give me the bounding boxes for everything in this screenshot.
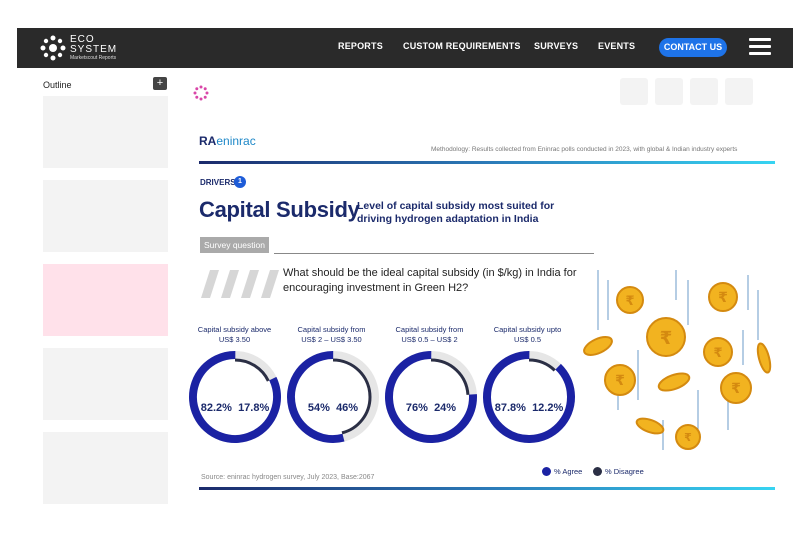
donut-center <box>202 364 268 430</box>
toolbar-button[interactable] <box>690 78 718 105</box>
donut-center <box>496 364 562 430</box>
donut-chart <box>483 351 575 443</box>
donut-label: Capital subsidy upto US$ 0.5 <box>493 325 562 344</box>
slide-thumbnail[interactable] <box>43 348 168 420</box>
svg-text:₹: ₹ <box>615 373 625 389</box>
slide-subtitle: Level of capital subsidy most suited for… <box>357 200 555 225</box>
toolbar-button[interactable] <box>725 78 753 105</box>
hamburger-menu-icon[interactable] <box>749 38 771 56</box>
brand-logo[interactable]: ECO SYSTEM Marketscout Reports <box>39 33 129 63</box>
slide-thumbnail[interactable] <box>43 180 168 252</box>
logo-tagline: Marketscout Reports <box>70 55 117 61</box>
toolbar-button[interactable] <box>620 78 648 105</box>
eninrac-logo: RAeninrac <box>199 134 256 148</box>
donut-center <box>398 364 464 430</box>
rupee-coins-illustration: ₹ ₹ ₹ ₹ ₹ ₹ ₹ <box>583 270 772 450</box>
snowflake-logo-icon <box>40 35 66 61</box>
logo-text-system: SYSTEM <box>70 44 118 55</box>
survey-question-text: What should be the ideal capital subsidy… <box>283 267 577 294</box>
svg-text:₹: ₹ <box>731 381 741 397</box>
legend-agree-swatch <box>542 467 551 476</box>
donut-chart <box>287 351 379 443</box>
drivers-label: DRIVERS <box>200 178 236 187</box>
svg-text:₹: ₹ <box>684 431 692 444</box>
survey-underline <box>274 253 594 254</box>
donut-values: 87.8% 12.2% <box>494 402 564 414</box>
source-note: Source: eninrac hydrogen survey, July 20… <box>201 474 375 481</box>
svg-text:₹: ₹ <box>713 346 722 361</box>
loading-spinner-icon <box>193 85 209 101</box>
slide-title: Capital Subsidy <box>199 197 360 222</box>
svg-text:₹: ₹ <box>625 294 634 309</box>
nav-events[interactable]: EVENTS <box>598 41 635 51</box>
header-divider <box>199 161 775 164</box>
legend-agree: % Agree <box>542 467 582 476</box>
nav-custom-requirements[interactable]: CUSTOM REQUIREMENTS <box>403 41 521 51</box>
donut-values: 76% 24% <box>405 402 457 414</box>
legend-disagree-swatch <box>593 467 602 476</box>
slide-thumbnail[interactable] <box>43 432 168 504</box>
nav-surveys[interactable]: SURVEYS <box>534 41 578 51</box>
donut-values: 82.2% 17.8% <box>200 402 270 414</box>
survey-question-tag: Survey question <box>200 237 269 253</box>
footer-divider <box>199 487 775 490</box>
plus-icon[interactable]: + <box>153 77 167 90</box>
legend-disagree: % Disagree <box>593 467 644 476</box>
toolbar-button[interactable] <box>655 78 683 105</box>
donut-chart <box>189 351 281 443</box>
slide-canvas: RAeninrac Methodology: Results collected… <box>189 125 780 495</box>
contact-us-button[interactable]: CONTACT US <box>659 38 727 57</box>
donut-label: Capital subsidy from US$ 2 – US$ 3.50 <box>297 325 366 344</box>
donut-center <box>300 364 366 430</box>
quote-marks-icon <box>201 270 279 298</box>
methodology-note: Methodology: Results collected from Enin… <box>431 146 738 153</box>
top-navbar: ECO SYSTEM Marketscout Reports REPORTS C… <box>17 28 793 68</box>
slide-thumbnail-active[interactable] <box>43 264 168 336</box>
donut-values: 54% 46% <box>307 402 359 414</box>
donut-label: Capital subsidy from US$ 0.5 – US$ 2 <box>395 325 464 344</box>
svg-text:₹: ₹ <box>718 290 728 306</box>
drivers-number-badge: 1 <box>234 176 246 188</box>
donut-chart <box>385 351 477 443</box>
slide-thumbnail[interactable] <box>43 96 168 168</box>
svg-text:₹: ₹ <box>660 328 673 349</box>
donut-label: Capital subsidy above US$ 3.50 <box>197 325 272 344</box>
nav-reports[interactable]: REPORTS <box>338 41 383 51</box>
outline-title: Outline <box>43 80 72 90</box>
